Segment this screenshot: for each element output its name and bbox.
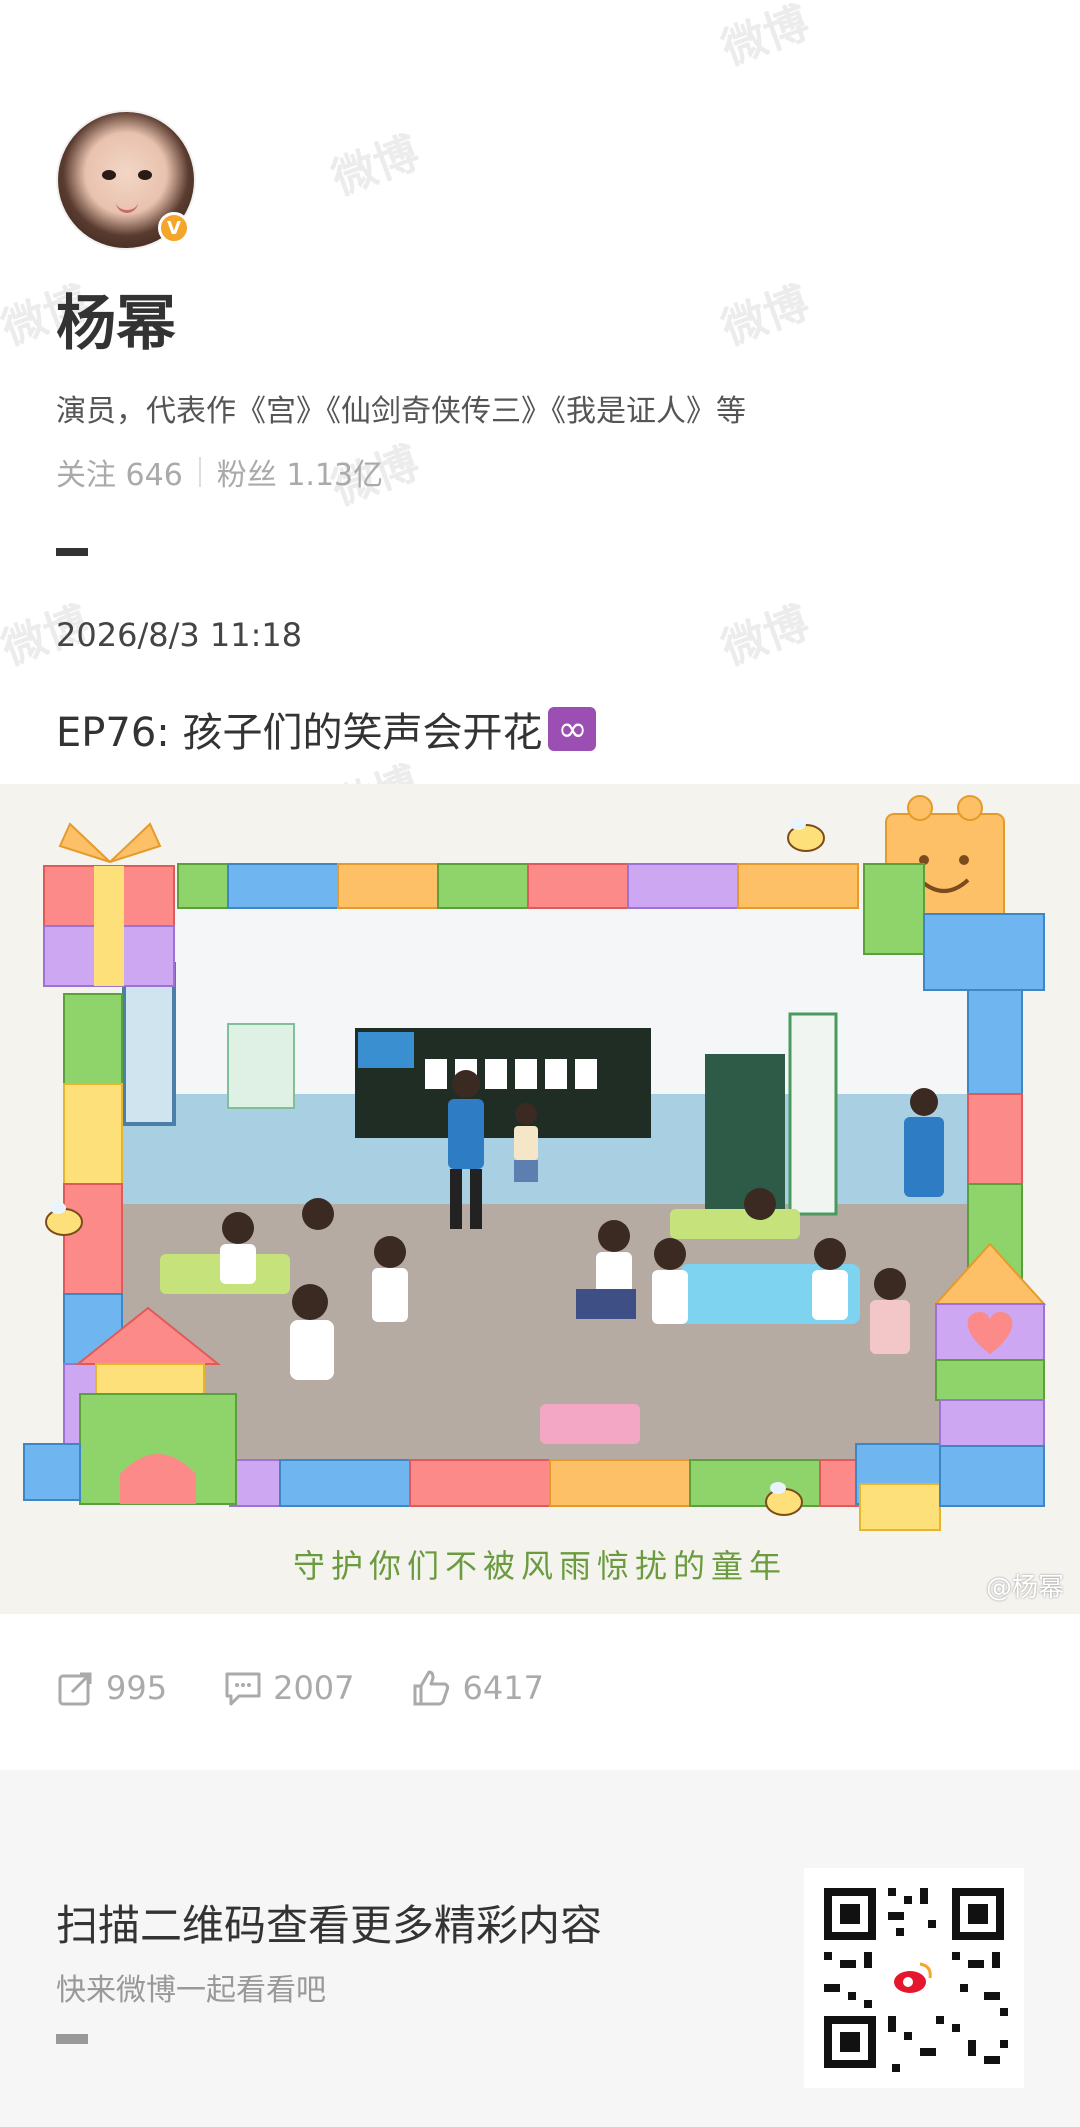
watermark-text: 微博 [715, 277, 816, 356]
followers-count[interactable]: 粉丝 1.13亿 [217, 450, 383, 494]
watermark-text: 微博 [325, 127, 426, 206]
post-date: 2026/8/3 11:18 [56, 616, 303, 654]
comment-icon [225, 1672, 261, 1706]
like-count: 6417 [462, 1669, 544, 1707]
profile-name[interactable]: 杨幂 [56, 275, 176, 362]
like-button[interactable]: 6417 [411, 1668, 544, 1708]
classroom-photo-illustration [23, 795, 1047, 1531]
verified-badge-icon: V [158, 212, 190, 244]
profile-bio: 演员，代表作《宫》《仙剑奇侠传三》《我是证人》等 [56, 394, 746, 429]
image-watermark: @杨幂 [985, 1573, 1064, 1603]
footer-title: 扫描二维码查看更多精彩内容 [56, 1901, 603, 1950]
image-caption: 守护你们不被风雨惊扰的童年 [292, 1547, 787, 1585]
repost-count: 995 [106, 1669, 168, 1707]
section-divider [56, 548, 88, 556]
footer-divider [56, 2034, 88, 2044]
qr-code-icon [824, 1888, 1008, 2072]
watermark-text: 微博 [715, 597, 816, 676]
footer-subtitle: 快来微博一起看看吧 [56, 1973, 326, 2008]
comment-count: 2007 [273, 1669, 355, 1707]
bee-icon [787, 818, 825, 852]
post-title-text: EP76: 孩子们的笑声会开花 [56, 710, 543, 756]
post-title: EP76: 孩子们的笑声会开花 ∞ [56, 700, 597, 758]
following-count[interactable]: 关注 646 [56, 450, 183, 494]
profile-stats: 关注 646 粉丝 1.13亿 [56, 450, 383, 494]
thumbs-up-icon [413, 1670, 449, 1706]
action-bar: 995 2007 6417 [56, 1668, 544, 1708]
repost-icon [58, 1672, 92, 1706]
infinity-emoji-icon: ∞ [548, 707, 597, 751]
qr-code[interactable] [804, 1868, 1024, 2088]
repost-button[interactable]: 995 [56, 1668, 167, 1708]
post-image[interactable]: 守护你们不被风雨惊扰的童年 @杨幂 [0, 784, 1080, 1614]
comment-button[interactable]: 2007 [223, 1668, 355, 1708]
watermark-text: 微博 [715, 0, 816, 76]
qr-footer: 扫描二维码查看更多精彩内容 快来微博一起看看吧 [0, 1770, 1080, 2127]
stats-divider [198, 457, 201, 487]
